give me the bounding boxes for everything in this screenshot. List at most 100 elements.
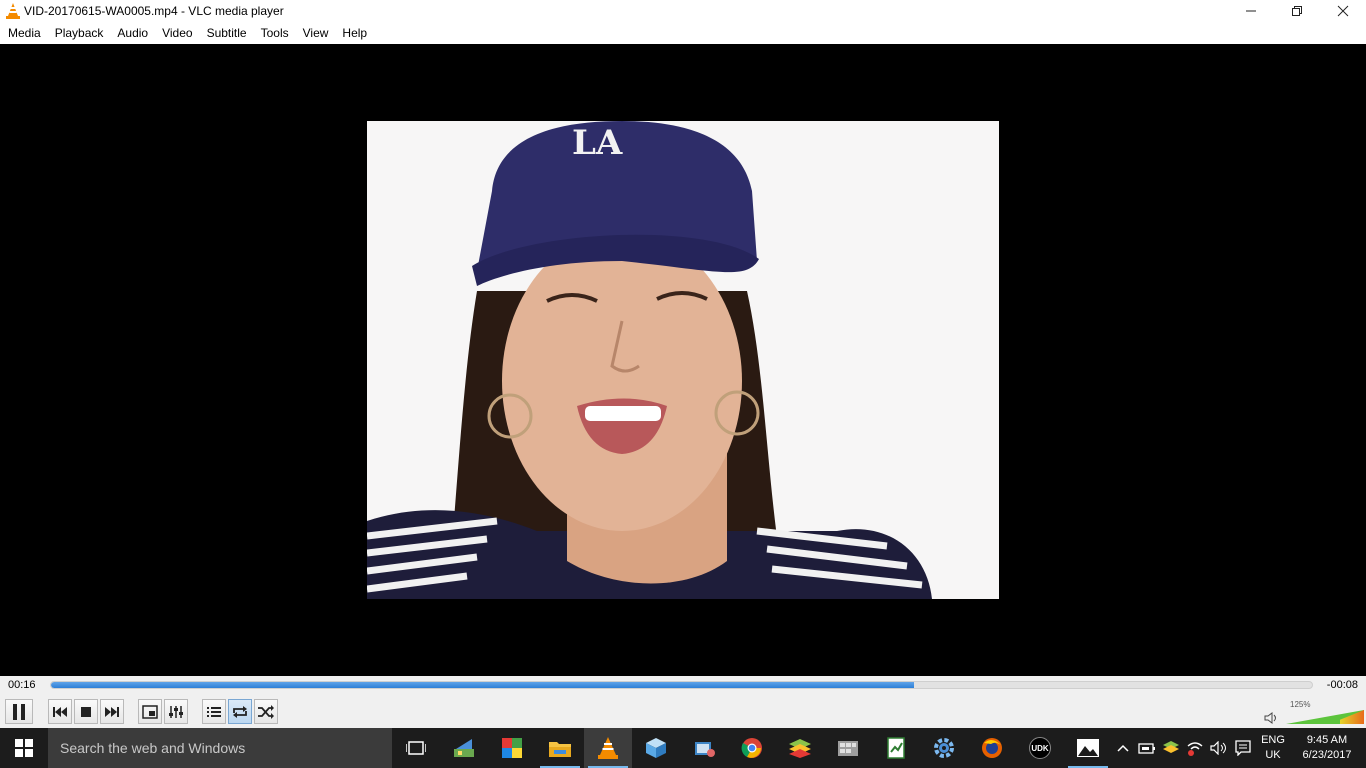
restore-button[interactable] <box>1274 0 1320 22</box>
menu-help[interactable]: Help <box>335 22 374 44</box>
app-icon <box>695 742 715 757</box>
start-button[interactable] <box>0 728 48 768</box>
clock-date: 6/23/2017 <box>1302 749 1352 761</box>
skip-back-icon <box>53 706 67 717</box>
task-view-icon <box>406 741 426 755</box>
menu-tools[interactable]: Tools <box>254 22 296 44</box>
chrome-icon <box>741 738 762 758</box>
stop-button[interactable] <box>74 699 98 724</box>
taskbar-app-1[interactable] <box>440 728 488 768</box>
menu-audio[interactable]: Audio <box>110 22 155 44</box>
menu-bar: Media Playback Audio Video Subtitle Tool… <box>0 22 1366 44</box>
taskbar-chrome[interactable] <box>728 728 776 768</box>
tray-power[interactable] <box>1136 736 1158 760</box>
seek-slider[interactable] <box>50 681 1313 689</box>
fullscreen-button[interactable] <box>138 699 162 724</box>
skip-forward-icon <box>105 706 119 717</box>
random-button[interactable] <box>254 699 278 724</box>
video-still-image <box>367 121 999 599</box>
vlc-icon <box>598 737 618 759</box>
menu-video[interactable]: Video <box>155 22 199 44</box>
loop-icon <box>233 705 247 718</box>
taskbar-bluestacks[interactable] <box>776 728 824 768</box>
taskbar-photos[interactable] <box>1064 728 1112 768</box>
search-placeholder: Search the web and Windows <box>60 740 246 756</box>
playlist-button[interactable] <box>202 699 226 724</box>
app-icon <box>838 741 858 756</box>
tray-bluestacks[interactable] <box>1160 736 1182 760</box>
minimize-icon <box>1246 10 1256 12</box>
title-bar: VID-20170615-WA0005.mp4 - VLC media play… <box>0 0 1366 22</box>
language-indicator[interactable]: ENG UK <box>1258 733 1288 763</box>
settings-icon <box>934 738 954 758</box>
app-icon <box>454 739 474 757</box>
seek-progress <box>51 682 914 688</box>
pause-icon <box>13 703 25 720</box>
speaker-icon <box>1210 741 1226 755</box>
clock[interactable]: 9:45 AM 6/23/2017 <box>1294 733 1360 763</box>
tray-network[interactable] <box>1184 736 1206 760</box>
window-controls <box>1228 0 1366 22</box>
taskbar-file-explorer[interactable] <box>536 728 584 768</box>
menu-subtitle[interactable]: Subtitle <box>200 22 254 44</box>
taskbar-app-box[interactable] <box>632 728 680 768</box>
playlist-icon <box>207 706 221 717</box>
language-region: UK <box>1265 749 1281 761</box>
window-title: VID-20170615-WA0005.mp4 - VLC media play… <box>24 4 284 18</box>
language-code: ENG <box>1261 734 1285 746</box>
file-explorer-icon <box>549 742 571 757</box>
firefox-icon <box>982 738 1002 758</box>
taskbar-spreadsheet[interactable] <box>872 728 920 768</box>
pause-button[interactable] <box>5 699 33 724</box>
taskbar: Search the web and Windows UDK ENG UK 9:… <box>0 728 1366 768</box>
controls-bar: 125% <box>0 696 1366 728</box>
loop-button[interactable] <box>228 699 252 724</box>
taskbar-store[interactable] <box>488 728 536 768</box>
wifi-disconnected-icon <box>1187 742 1203 756</box>
taskbar-settings[interactable] <box>920 728 968 768</box>
udk-icon: UDK <box>1029 737 1051 759</box>
seek-row: 00:16 -00:08 <box>0 676 1366 696</box>
tray-action-center[interactable] <box>1232 736 1254 760</box>
menu-media[interactable]: Media <box>1 22 48 44</box>
taskbar-app-2[interactable] <box>680 728 728 768</box>
close-icon <box>1337 5 1349 17</box>
vlc-icon <box>4 2 22 20</box>
equalizer-icon <box>169 705 183 718</box>
speaker-icon[interactable] <box>1264 712 1278 724</box>
show-hidden-icons-button[interactable] <box>1112 736 1134 760</box>
elapsed-time[interactable]: 00:16 <box>8 679 36 691</box>
spreadsheet-icon <box>887 737 905 759</box>
bluestacks-icon <box>1163 741 1179 753</box>
box-icon <box>646 738 666 758</box>
taskbar-vlc[interactable] <box>584 728 632 768</box>
video-area[interactable]: LA <box>0 44 1366 676</box>
tray-volume[interactable] <box>1208 736 1230 760</box>
minimize-button[interactable] <box>1228 0 1274 22</box>
notification-icon <box>1235 740 1251 756</box>
fullscreen-icon <box>142 704 158 719</box>
remaining-time[interactable]: -00:08 <box>1327 679 1358 691</box>
task-view-button[interactable] <box>392 728 440 768</box>
extended-settings-button[interactable] <box>164 699 188 724</box>
taskbar-app-3[interactable] <box>824 728 872 768</box>
video-frame[interactable]: LA <box>367 121 999 599</box>
next-button[interactable] <box>100 699 124 724</box>
volume-percent: 125% <box>1290 700 1311 709</box>
menu-view[interactable]: View <box>296 22 336 44</box>
chevron-up-icon <box>1117 744 1129 752</box>
photos-icon <box>1077 739 1099 757</box>
previous-button[interactable] <box>48 699 72 724</box>
volume-control[interactable]: 125% <box>1262 700 1366 726</box>
menu-playback[interactable]: Playback <box>48 22 111 44</box>
store-icon <box>502 738 522 758</box>
stop-icon <box>81 706 91 717</box>
close-button[interactable] <box>1320 0 1366 22</box>
search-box[interactable]: Search the web and Windows <box>48 728 392 768</box>
bluestacks-icon <box>789 739 811 758</box>
taskbar-firefox[interactable] <box>968 728 1016 768</box>
shuffle-icon <box>258 704 274 719</box>
clock-time: 9:45 AM <box>1306 734 1348 746</box>
taskbar-udk[interactable]: UDK <box>1016 728 1064 768</box>
cap-logo: LA <box>572 123 623 163</box>
